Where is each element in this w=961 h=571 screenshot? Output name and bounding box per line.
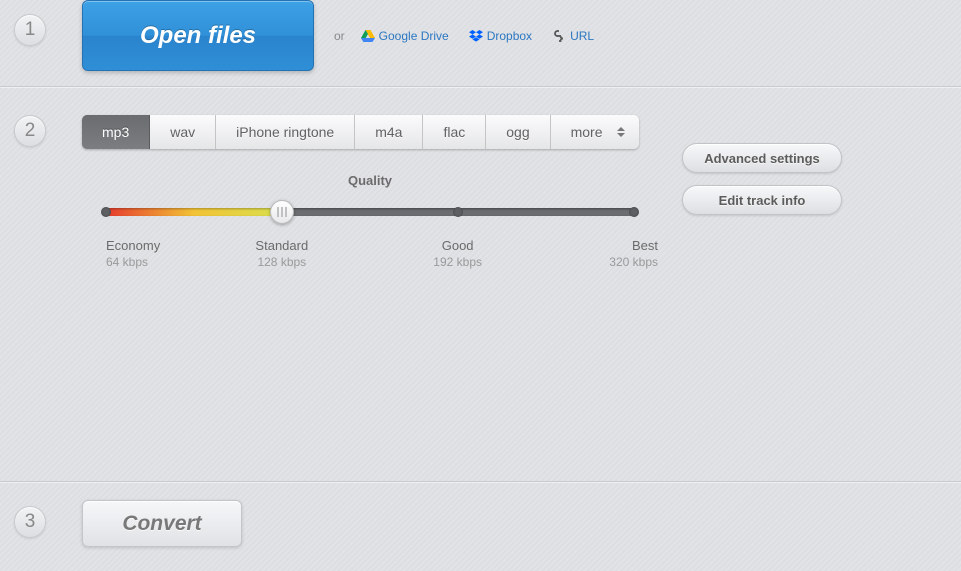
step-3-badge: 3: [14, 506, 46, 538]
step-1-section: 1 Open files or Google Drive Dropbox: [0, 0, 961, 86]
updown-icon: [617, 127, 627, 137]
url-link[interactable]: URL: [552, 29, 594, 43]
edit-track-info-button[interactable]: Edit track info: [682, 185, 842, 215]
edit-track-info-label: Edit track info: [719, 193, 806, 208]
advanced-settings-button[interactable]: Advanced settings: [682, 143, 842, 173]
sources-row: or Google Drive Dropbox URL: [314, 0, 614, 71]
side-buttons: Advanced settings Edit track info: [682, 143, 842, 227]
quality-title: Quality: [82, 173, 658, 188]
format-tabs: mp3 wav iPhone ringtone m4a flac ogg mor…: [82, 115, 639, 149]
format-tab-iphone[interactable]: iPhone ringtone: [216, 115, 355, 149]
link-icon: [552, 30, 566, 42]
format-more-label: more: [571, 124, 603, 140]
quality-panel: Quality Economy 64 kbps Standard 128 kbp…: [82, 173, 658, 278]
format-tab-mp3[interactable]: mp3: [82, 115, 150, 149]
step-2-section: 2 mp3 wav iPhone ringtone m4a flac ogg m…: [0, 86, 961, 481]
format-tab-more[interactable]: more: [551, 115, 639, 149]
quality-slider[interactable]: [106, 200, 634, 224]
quality-label-standard: Standard 128 kbps: [255, 238, 308, 269]
slider-stop-3: [629, 207, 639, 217]
step-3-section: 3 Convert: [0, 481, 961, 571]
open-files-button[interactable]: Open files: [82, 0, 314, 71]
dropbox-link[interactable]: Dropbox: [469, 29, 532, 43]
dropbox-label: Dropbox: [487, 29, 532, 43]
format-tab-wav[interactable]: wav: [150, 115, 216, 149]
step-3-content: Convert: [82, 500, 961, 547]
step-2-badge: 2: [14, 115, 46, 147]
format-tab-ogg[interactable]: ogg: [486, 115, 550, 149]
advanced-settings-label: Advanced settings: [704, 151, 820, 166]
quality-label-good: Good 192 kbps: [433, 238, 482, 269]
quality-labels: Economy 64 kbps Standard 128 kbps Good 1…: [106, 238, 634, 278]
dropbox-icon: [469, 30, 483, 42]
slider-stop-2: [453, 207, 463, 217]
format-tab-m4a[interactable]: m4a: [355, 115, 423, 149]
convert-button[interactable]: Convert: [82, 500, 242, 547]
slider-stop-0: [101, 207, 111, 217]
google-drive-icon: [361, 30, 375, 42]
url-label: URL: [570, 29, 594, 43]
quality-label-economy: Economy 64 kbps: [106, 238, 160, 269]
open-files-label: Open files: [140, 22, 256, 50]
slider-fill: [106, 208, 282, 216]
quality-label-best: Best 320 kbps: [609, 238, 658, 269]
google-drive-label: Google Drive: [379, 29, 449, 43]
convert-label: Convert: [122, 512, 201, 536]
format-tab-flac[interactable]: flac: [423, 115, 486, 149]
slider-handle[interactable]: [270, 200, 294, 224]
or-label: or: [334, 29, 345, 43]
step-1-badge: 1: [14, 14, 46, 46]
google-drive-link[interactable]: Google Drive: [361, 29, 449, 43]
step-1-content: Open files or Google Drive Dropbox URL: [82, 0, 961, 71]
